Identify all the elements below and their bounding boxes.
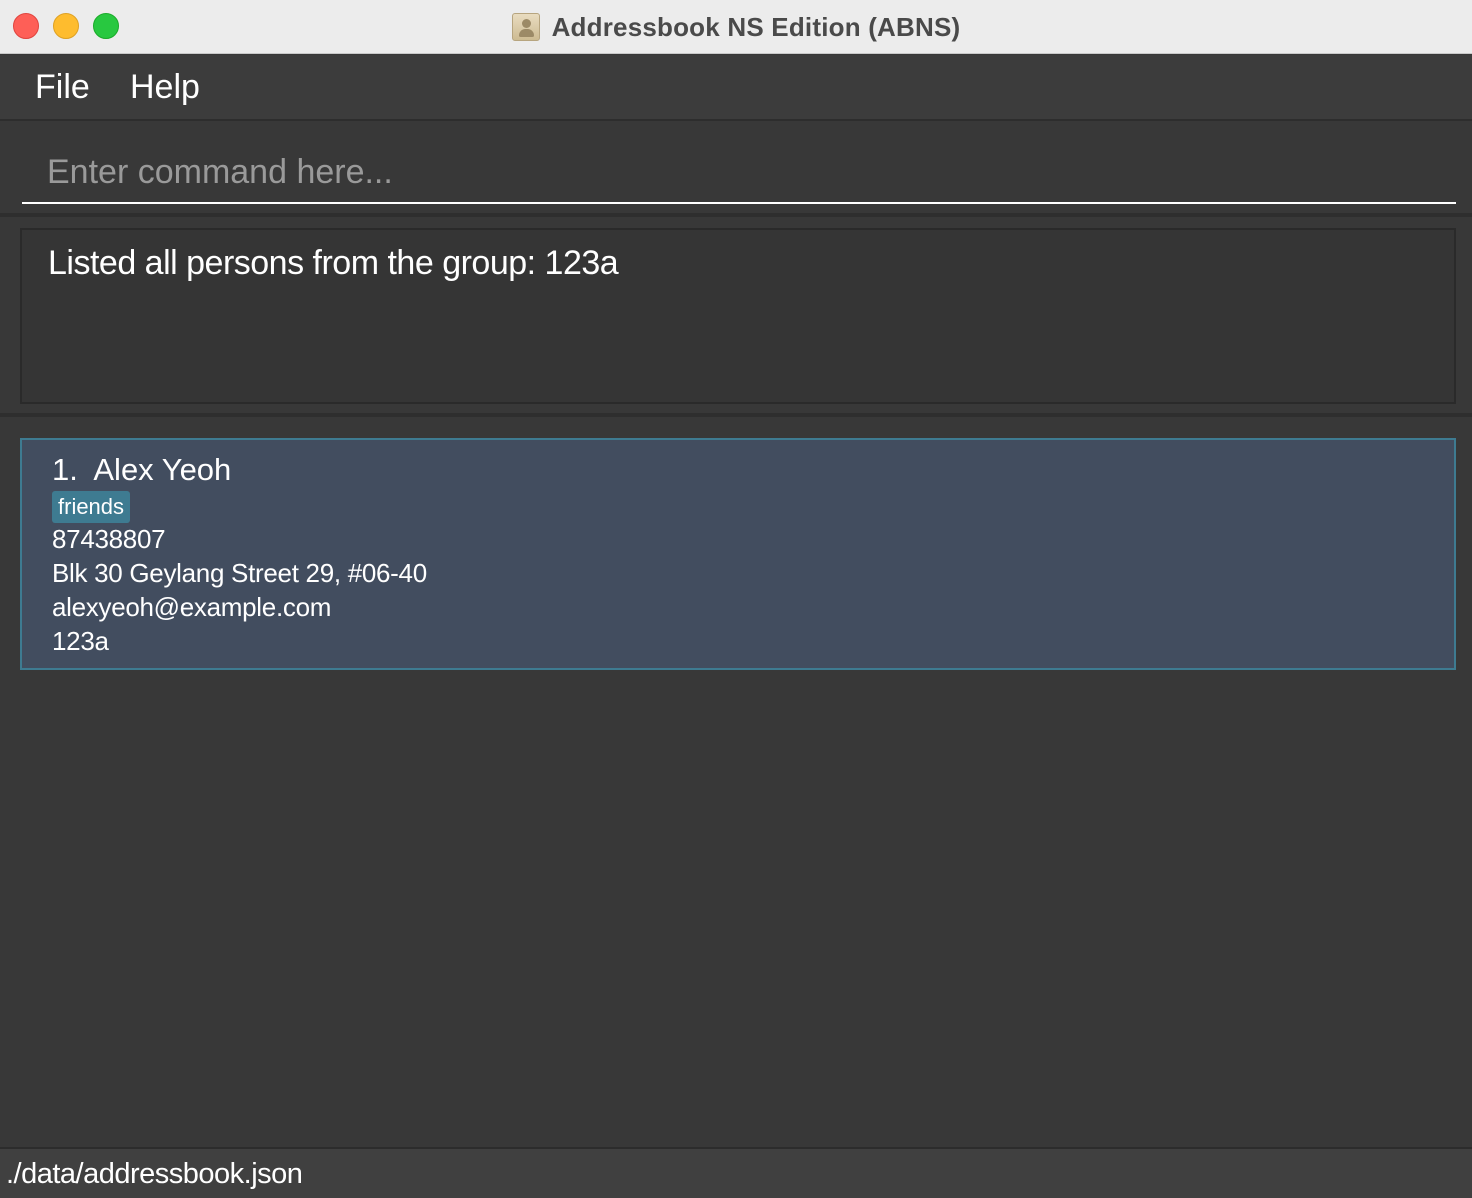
person-card[interactable]: 1. Alex Yeoh friends 87438807 Blk 30 Gey… — [20, 438, 1456, 670]
tag-badge: friends — [52, 491, 131, 523]
title-bar[interactable]: Addressbook NS Edition (ABNS) — [0, 0, 1472, 54]
command-box — [0, 123, 1472, 215]
window-title: Addressbook NS Edition (ABNS) — [551, 11, 961, 42]
menu-help[interactable]: Help — [130, 65, 200, 109]
result-display: Listed all persons from the group: 123a — [20, 228, 1456, 404]
divider — [0, 213, 1472, 217]
status-bar: ./data/addressbook.json — [0, 1147, 1472, 1198]
person-phone: 87438807 — [52, 524, 166, 554]
addressbook-app-icon — [511, 13, 540, 41]
status-file-path: ./data/addressbook.json — [6, 1158, 303, 1190]
person-address: Blk 30 Geylang Street 29, #06-40 — [52, 558, 427, 588]
app-window: Addressbook NS Edition (ABNS) File Help … — [0, 0, 1472, 1198]
person-group: 123a — [52, 626, 109, 656]
person-email: alexyeoh@example.com — [52, 592, 332, 622]
person-name: 1. Alex Yeoh — [52, 452, 231, 488]
person-name-text: Alex Yeoh — [93, 452, 232, 487]
result-message: Listed all persons from the group: 123a — [48, 244, 619, 282]
window-title-group: Addressbook NS Edition (ABNS) — [0, 0, 1472, 54]
person-index: 1. — [52, 452, 78, 487]
menu-file[interactable]: File — [35, 65, 90, 109]
command-input[interactable] — [22, 123, 1456, 204]
menu-bar: File Help — [0, 55, 1472, 121]
divider — [0, 413, 1472, 417]
